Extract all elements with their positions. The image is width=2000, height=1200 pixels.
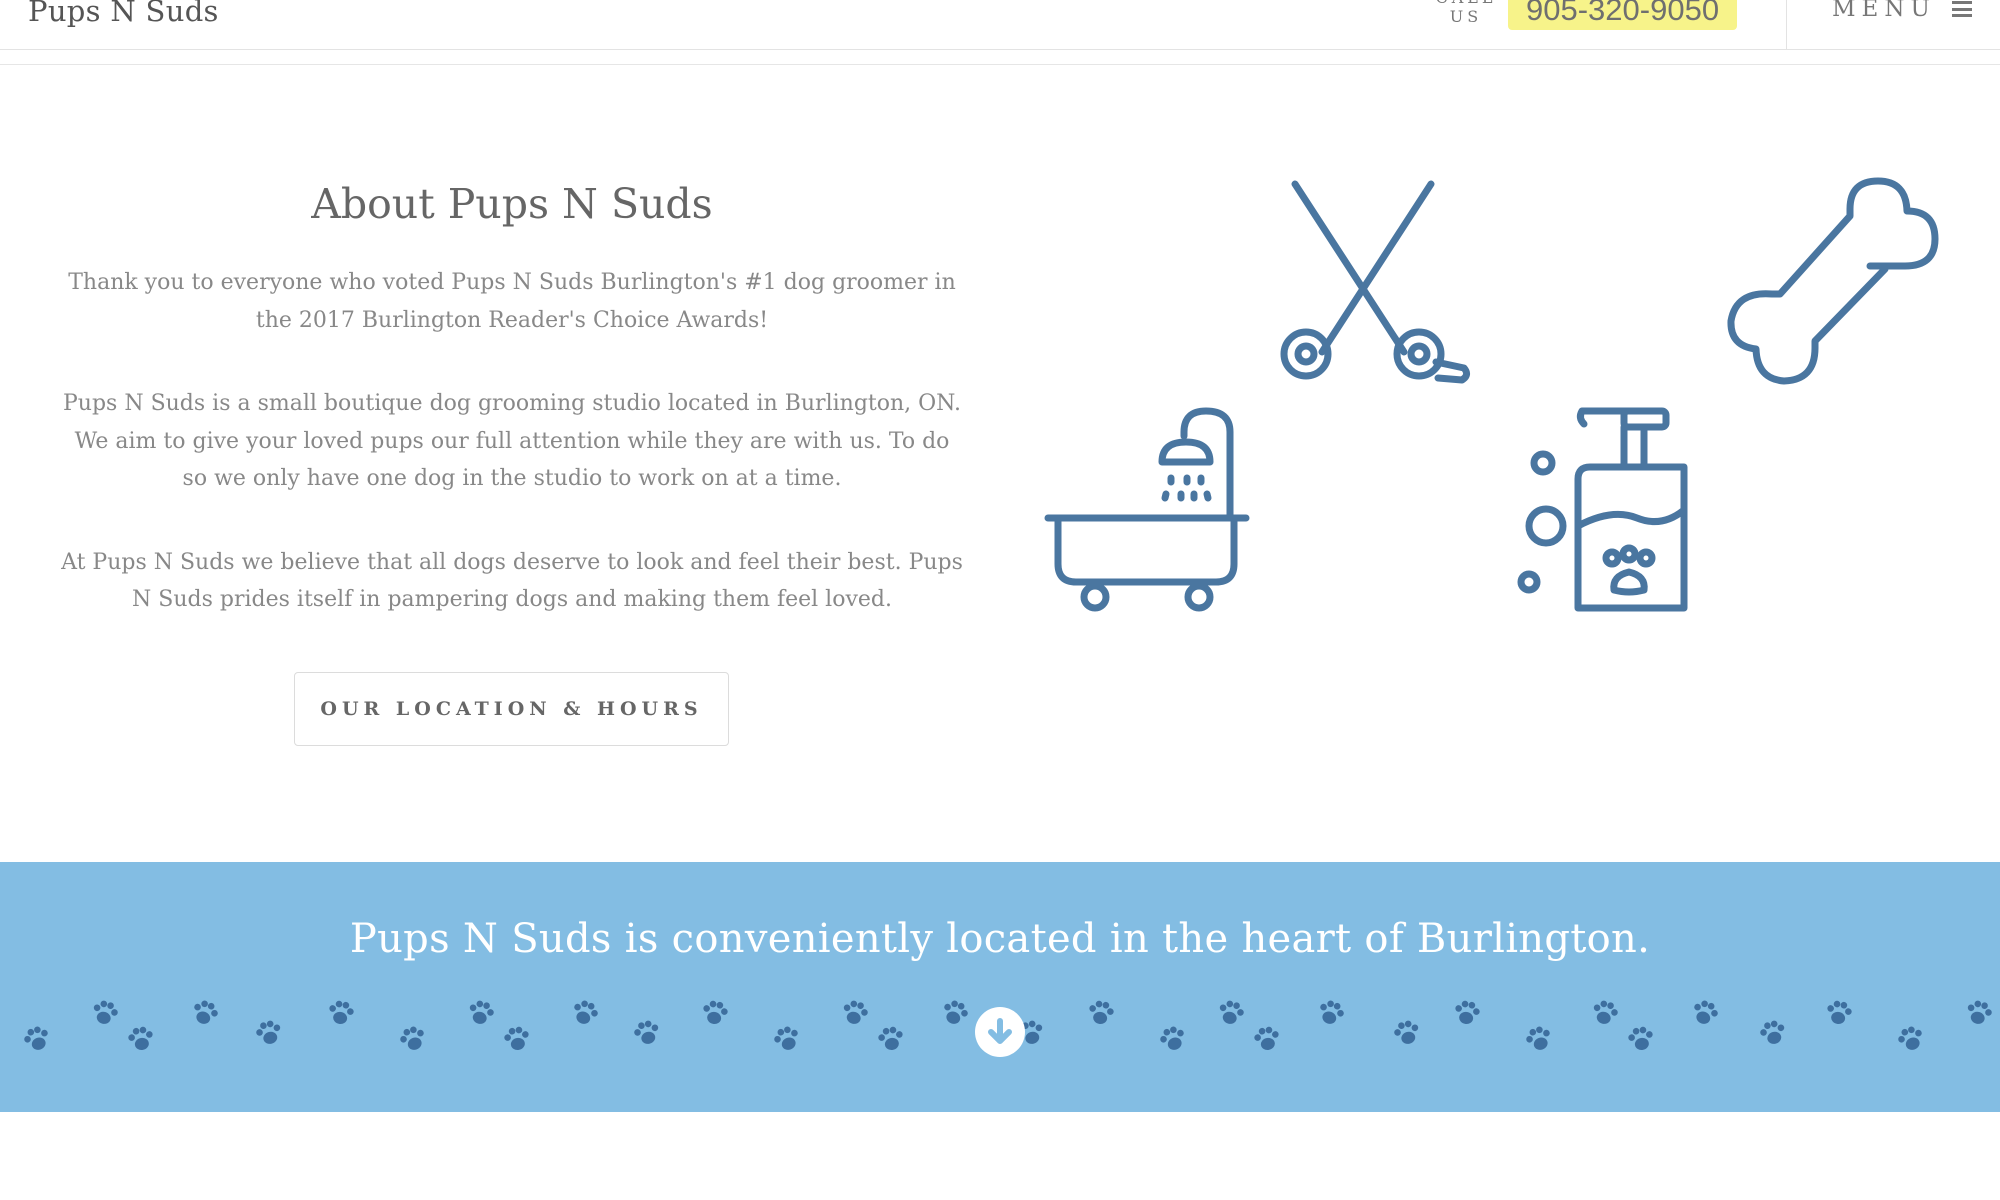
hamburger-icon [1951,1,1972,17]
paw-print-icon [878,1026,903,1050]
about-paragraph-belief: At Pups N Suds we believe that all dogs … [61,549,963,613]
menu-label: MENU [1832,0,1936,22]
paw-print-icon [703,1000,728,1024]
about-paragraph-awards: Thank you to everyone who voted Pups N S… [68,270,956,333]
paw-print-icon [1628,1026,1653,1050]
paw-print-icon [24,1026,48,1050]
location-banner: Pups N Suds is conveniently located in t… [0,862,2000,1112]
paw-print-icon [1455,1000,1480,1024]
phone-number-link[interactable]: 905-320-9050 [1508,0,1738,30]
bathtub-icon [1044,407,1250,612]
paw-print-icon [1593,1000,1618,1024]
paw-print-icon [1967,1000,1992,1024]
paw-print-icon [400,1026,424,1050]
menu-divider [1786,0,1787,50]
call-us-label: CALL US [1435,0,1492,26]
paw-print-icon [1526,1026,1550,1050]
about-heading: About Pups N Suds [311,180,713,228]
location-hours-button[interactable]: OUR LOCATION & HOURS [294,672,729,746]
site-title[interactable]: Pups N Suds [28,0,219,28]
paw-print-icon [1254,1026,1279,1050]
paw-print-icon [1089,1000,1114,1024]
about-section: About Pups N Suds Thank you to everyone … [60,180,964,665]
paw-print-icon [1898,1026,1922,1050]
bone-icon [1727,177,1939,385]
paw-print-icon [944,1000,968,1024]
paw-print-icon [1394,1020,1419,1044]
scroll-down-button[interactable] [975,1007,1025,1057]
paw-print-icon [504,1026,529,1050]
paw-print-icon [329,1000,354,1024]
paw-print-icon [1320,1000,1344,1024]
paw-print-icon [1827,1000,1852,1024]
paw-print-icon [634,1020,659,1044]
paw-print-icon [128,1026,153,1050]
about-paragraph-studio: Pups N Suds is a small boutique dog groo… [62,391,962,491]
paw-print-icon [256,1020,281,1044]
arrow-down-icon [988,1018,1012,1044]
paw-print-icon [774,1026,798,1050]
banner-text: Pups N Suds is conveniently located in t… [349,916,1651,962]
paw-print-icon [1694,1000,1718,1024]
paw-print-icon [843,1000,868,1024]
header-divider [0,64,2000,65]
paw-print-icon [1160,1026,1184,1050]
scissors-icon [1280,180,1471,384]
paw-print-icon [469,1000,494,1024]
menu-button[interactable]: MENU [1832,0,1972,22]
paw-print-icon [574,1000,598,1024]
paw-print-icon [93,1000,118,1024]
paw-print-icon [1219,1000,1244,1024]
shampoo-bottle-icon [1517,407,1688,612]
site-header: Pups N Suds CALL US 905-320-9050 MENU [0,0,2000,50]
paw-print-icon [194,1000,218,1024]
paw-print-icon [1760,1020,1785,1044]
